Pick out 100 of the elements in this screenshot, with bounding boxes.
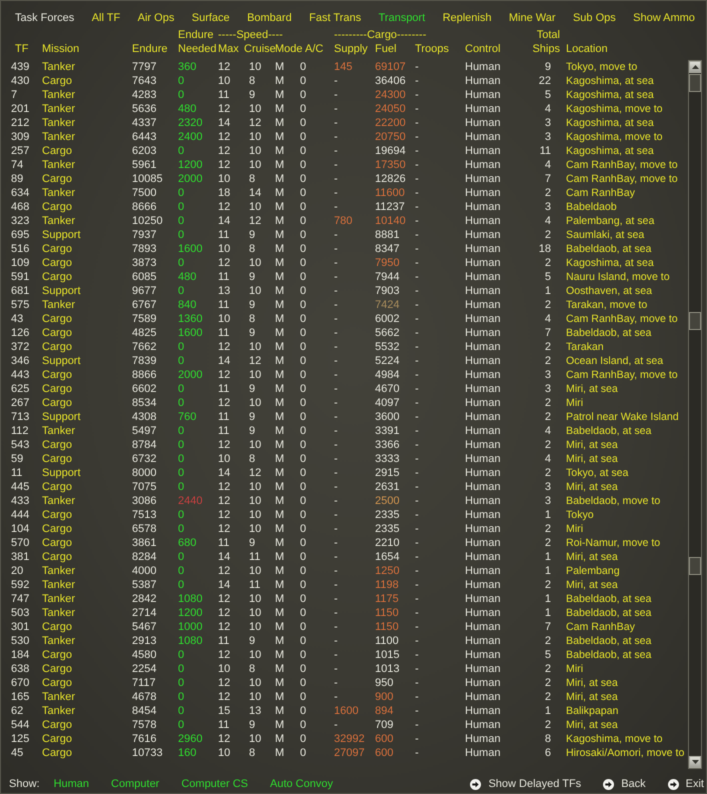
task-force-number: 109 bbox=[11, 256, 30, 270]
category-tab[interactable]: Fast Trans bbox=[309, 11, 362, 25]
endurance-value: 3873 bbox=[132, 256, 156, 270]
endurance-value: 3086 bbox=[132, 494, 156, 508]
endurance-needed: 1360 bbox=[178, 312, 202, 326]
aircraft-count: 0 bbox=[300, 480, 306, 494]
movement-mode: M bbox=[275, 620, 284, 634]
endurance-needed: 0 bbox=[178, 452, 184, 466]
mission-type: Tanker bbox=[42, 634, 76, 648]
troops-amount: - bbox=[415, 466, 419, 480]
max-speed: 12 bbox=[218, 690, 230, 704]
fuel-amount: 5532 bbox=[375, 340, 400, 354]
category-tab[interactable]: Surface bbox=[192, 11, 230, 25]
category-tab[interactable]: Mine War bbox=[508, 11, 556, 25]
supply-amount: - bbox=[334, 88, 338, 102]
task-force-number: 713 bbox=[11, 410, 30, 424]
control-type: Human bbox=[465, 746, 500, 760]
cruise-speed: 10 bbox=[249, 648, 262, 662]
task-force-number: 372 bbox=[11, 340, 30, 354]
fuel-amount: 6002 bbox=[375, 312, 400, 326]
control-type: Human bbox=[465, 284, 500, 298]
column-header: Fuel bbox=[375, 42, 396, 56]
location-text: Tarakan, move to bbox=[566, 298, 648, 312]
location-text: Miri bbox=[566, 522, 584, 536]
movement-mode: M bbox=[275, 186, 284, 200]
movement-mode: M bbox=[275, 228, 284, 242]
ship-count: 8 bbox=[544, 732, 551, 746]
mission-type: Cargo bbox=[42, 312, 72, 326]
location-text: Kagoshima, at sea bbox=[566, 144, 654, 158]
mission-type: Support bbox=[42, 228, 81, 242]
task-force-number: 695 bbox=[11, 228, 30, 242]
supply-amount: - bbox=[334, 172, 338, 186]
filter-toggle[interactable]: Auto Convoy bbox=[270, 777, 333, 791]
max-speed: 12 bbox=[218, 368, 230, 382]
aircraft-count: 0 bbox=[300, 242, 306, 256]
max-speed: 12 bbox=[218, 494, 230, 508]
supply-amount: - bbox=[334, 550, 338, 564]
movement-mode: M bbox=[275, 592, 284, 606]
cruise-speed: 9 bbox=[249, 634, 256, 648]
ship-count: 4 bbox=[544, 102, 551, 116]
control-type: Human bbox=[465, 424, 500, 438]
max-speed: 18 bbox=[218, 186, 230, 200]
scrollbar[interactable] bbox=[688, 60, 702, 769]
mission-type: Cargo bbox=[42, 480, 72, 494]
cruise-speed: 10 bbox=[249, 368, 262, 382]
fuel-amount: 5224 bbox=[375, 354, 400, 368]
endurance-needed: 0 bbox=[178, 354, 184, 368]
back-button[interactable]: Back bbox=[603, 777, 646, 791]
movement-mode: M bbox=[275, 704, 284, 718]
filter-toggle[interactable]: Computer bbox=[111, 777, 160, 791]
category-tab[interactable]: Air Ops bbox=[138, 11, 174, 25]
category-tab[interactable]: Sub Ops bbox=[572, 11, 616, 25]
aircraft-count: 0 bbox=[300, 144, 306, 158]
mission-type: Cargo bbox=[42, 732, 72, 746]
troops-amount: - bbox=[415, 536, 419, 550]
max-speed: 12 bbox=[218, 200, 230, 214]
scroll-down-button[interactable] bbox=[689, 756, 701, 768]
supply-amount: - bbox=[334, 116, 338, 130]
show-delayed-button[interactable]: Show Delayed TFs bbox=[470, 777, 582, 791]
category-tab[interactable]: Transport bbox=[378, 11, 426, 25]
troops-amount: - bbox=[415, 242, 419, 256]
fuel-amount: 3391 bbox=[375, 424, 400, 438]
endurance-value: 4678 bbox=[132, 690, 156, 704]
aircraft-count: 0 bbox=[300, 340, 306, 354]
fuel-amount: 1015 bbox=[375, 648, 400, 662]
show-ammo-button[interactable]: Show Ammo bbox=[633, 11, 695, 25]
movement-mode: M bbox=[275, 466, 284, 480]
column-header: Mission bbox=[42, 42, 80, 56]
ship-count: 6 bbox=[544, 746, 551, 760]
category-tab[interactable]: Bombard bbox=[247, 11, 292, 25]
endurance-needed: 2320 bbox=[178, 116, 202, 130]
aircraft-count: 0 bbox=[300, 382, 306, 396]
troops-amount: - bbox=[415, 550, 419, 564]
aircraft-count: 0 bbox=[300, 494, 306, 508]
movement-mode: M bbox=[275, 396, 284, 410]
category-tab[interactable]: All TF bbox=[92, 11, 120, 25]
aircraft-count: 0 bbox=[300, 214, 306, 228]
exit-button[interactable]: Exit bbox=[668, 777, 704, 791]
scroll-up-button[interactable] bbox=[689, 61, 701, 73]
max-speed: 12 bbox=[218, 144, 230, 158]
filter-toggle[interactable]: Computer CS bbox=[181, 777, 248, 791]
troops-amount: - bbox=[415, 144, 419, 158]
filter-toggle[interactable]: Human bbox=[54, 777, 90, 791]
movement-mode: M bbox=[275, 102, 284, 116]
fuel-amount: 1150 bbox=[375, 620, 399, 634]
movement-mode: M bbox=[275, 676, 284, 690]
supply-amount: - bbox=[334, 396, 338, 410]
ship-count: 9 bbox=[544, 60, 551, 74]
troops-amount: - bbox=[415, 74, 419, 88]
movement-mode: M bbox=[275, 270, 284, 284]
max-speed: 10 bbox=[218, 242, 230, 256]
category-tab[interactable]: Replenish bbox=[442, 11, 492, 25]
fuel-amount: 24050 bbox=[375, 102, 406, 116]
ship-count: 1 bbox=[544, 284, 551, 298]
cruise-speed: 12 bbox=[249, 116, 262, 130]
scroll-thumb[interactable] bbox=[689, 74, 701, 92]
supply-amount: - bbox=[334, 578, 338, 592]
fuel-amount: 4670 bbox=[375, 382, 400, 396]
task-force-number: 445 bbox=[11, 480, 30, 494]
endurance-needed: 1200 bbox=[178, 158, 202, 172]
